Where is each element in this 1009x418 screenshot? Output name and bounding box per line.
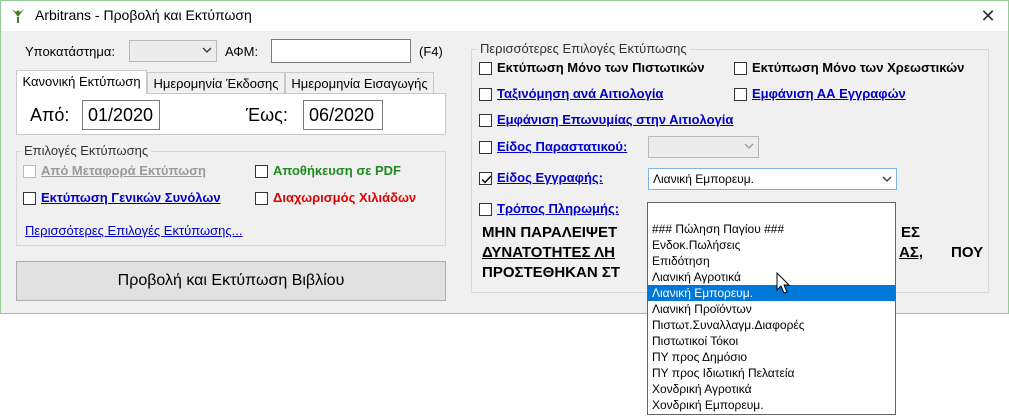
from-transfer-checkbox[interactable]	[23, 165, 36, 178]
payment-method-checkbox[interactable]	[479, 203, 492, 216]
chevron-down-icon	[202, 47, 212, 53]
afm-hint: (F4)	[419, 44, 443, 59]
only-debit-label: Εκτύπωση Μόνο των Χρεωστικών	[752, 60, 965, 75]
afm-input[interactable]	[271, 39, 411, 63]
dropdown-item[interactable]: Λιανική Αγροτικά	[648, 269, 895, 285]
dropdown-item[interactable]: Πιστωτικοί Τόκοι	[648, 333, 895, 349]
thousands-separator-label: Διαχωρισμός Χιλιάδων	[273, 190, 417, 205]
only-credit-checkbox[interactable]	[479, 62, 492, 75]
dropdown-item-selected[interactable]: Λιανική Εμπορευμ.	[648, 285, 895, 301]
print-totals-checkbox[interactable]	[23, 192, 36, 205]
view-print-book-button[interactable]: Προβολή και Εκτύπωση Βιβλίου	[16, 261, 446, 301]
dropdown-item[interactable]: Λιανική Προϊόντων	[648, 301, 895, 317]
dropdown-item[interactable]: Πιστωτ.Συναλλαγμ.Διαφορές	[648, 317, 895, 333]
show-aa-checkbox[interactable]	[734, 88, 747, 101]
dropdown-item[interactable]	[648, 205, 895, 221]
tab-normal-print[interactable]: Κανονική Εκτύπωση	[16, 70, 147, 94]
sort-by-reason-checkbox[interactable]	[479, 88, 492, 101]
from-transfer-label: Από Μεταφορά Εκτύπωση	[41, 163, 206, 178]
doc-type-checkbox[interactable]	[479, 141, 492, 154]
warning-line-2: ΔΥΝΑΤΟΤΗΤΕΣ ΛΗ	[482, 244, 616, 261]
only-debit-checkbox[interactable]	[734, 62, 747, 75]
window-title: Arbitrans - Προβολή και Εκτύπωση	[35, 7, 252, 23]
dropdown-item[interactable]: ΠΥ προς Ιδιωτική Πελατεία	[648, 365, 895, 381]
thousands-separator-checkbox[interactable]	[255, 192, 268, 205]
chevron-down-icon	[882, 176, 892, 182]
show-name-label[interactable]: Εμφάνιση Επωνυμίας στην Αιτιολογία	[497, 112, 733, 127]
save-pdf-label: Αποθήκευση σε PDF	[273, 163, 401, 178]
entry-type-select[interactable]: Λιανική Εμπορευμ.	[648, 168, 897, 190]
warning-line-1: ΜΗΝ ΠΑΡΑΛΕΙΨΕΤ	[482, 224, 618, 241]
dropdown-item[interactable]: Ενδοκ.Πωλήσεις	[648, 237, 895, 253]
more-options-title: Περισσότερες Επιλογές Εκτύπωσης	[477, 41, 690, 56]
branch-label: Υποκατάστημα:	[25, 44, 116, 59]
close-icon: ✕	[980, 6, 996, 26]
entry-type-label[interactable]: Είδος Εγγραφής:	[497, 170, 603, 185]
from-label: Από:	[30, 105, 70, 125]
tab-issue-date[interactable]: Ημερομηνία Έκδοσης	[147, 72, 285, 94]
close-button[interactable]: ✕	[976, 4, 1000, 28]
tab-panel-normal: Από: 01/2020 Έως: 06/2020	[16, 93, 446, 135]
app-logo-icon	[12, 9, 24, 23]
show-name-checkbox[interactable]	[479, 114, 492, 127]
mouse-pointer-icon	[776, 272, 791, 294]
doc-type-label[interactable]: Είδος Παραστατικού:	[497, 139, 627, 154]
sort-by-reason-label[interactable]: Ταξινόμηση ανά Αιτιολογία	[497, 86, 663, 101]
show-aa-label[interactable]: Εμφάνιση ΑΑ Εγγραφών	[752, 86, 906, 101]
to-period-input[interactable]: 06/2020	[303, 100, 383, 130]
title-bar: Arbitrans - Προβολή και Εκτύπωση ✕	[1, 1, 1008, 31]
dropdown-item[interactable]: ### Πώληση Παγίου ###	[648, 221, 895, 237]
only-credit-label: Εκτύπωση Μόνο των Πιστωτικών	[497, 60, 705, 75]
more-print-options-link[interactable]: Περισσότερες Επιλογές Εκτύπωσης...	[25, 223, 243, 238]
warning-line-2-tail: ΑΣ,	[899, 244, 924, 261]
from-period-input[interactable]: 01/2020	[82, 100, 160, 130]
doc-type-select[interactable]	[648, 136, 759, 158]
print-options-title: Επιλογές Εκτύπωσης	[21, 143, 152, 158]
checkmark-icon	[481, 175, 492, 184]
warning-line-2-end: ΠΟΥ	[951, 244, 984, 261]
save-pdf-checkbox[interactable]	[255, 165, 268, 178]
to-label: Έως:	[246, 105, 288, 125]
entry-type-checkbox[interactable]	[479, 172, 492, 185]
afm-label: ΑΦΜ:	[225, 44, 259, 59]
dropdown-item[interactable]: Χονδρική Αγροτικά	[648, 381, 895, 397]
payment-method-label[interactable]: Τρόπος Πληρωμής:	[497, 201, 619, 216]
print-totals-label[interactable]: Εκτύπωση Γενικών Συνόλων	[41, 190, 221, 205]
entry-type-dropdown-list: ### Πώληση Παγίου ### Ενδοκ.Πωλήσεις Επι…	[647, 202, 896, 415]
dropdown-item[interactable]: Χονδρική Προϊόντων	[648, 413, 895, 415]
dropdown-item[interactable]: Επιδότηση	[648, 253, 895, 269]
warning-line-1-tail: ΕΣ	[901, 224, 921, 241]
tab-entry-date[interactable]: Ημερομηνία Εισαγωγής	[285, 72, 434, 94]
dropdown-item[interactable]: ΠΥ προς Δημόσιο	[648, 349, 895, 365]
warning-line-3: ΠΡΟΣΤΕΘΗΚΑΝ ΣΤ	[482, 264, 621, 281]
dropdown-item[interactable]: Χονδρική Εμπορευμ.	[648, 397, 895, 413]
branch-select[interactable]	[129, 40, 217, 62]
chevron-down-icon	[744, 143, 754, 149]
